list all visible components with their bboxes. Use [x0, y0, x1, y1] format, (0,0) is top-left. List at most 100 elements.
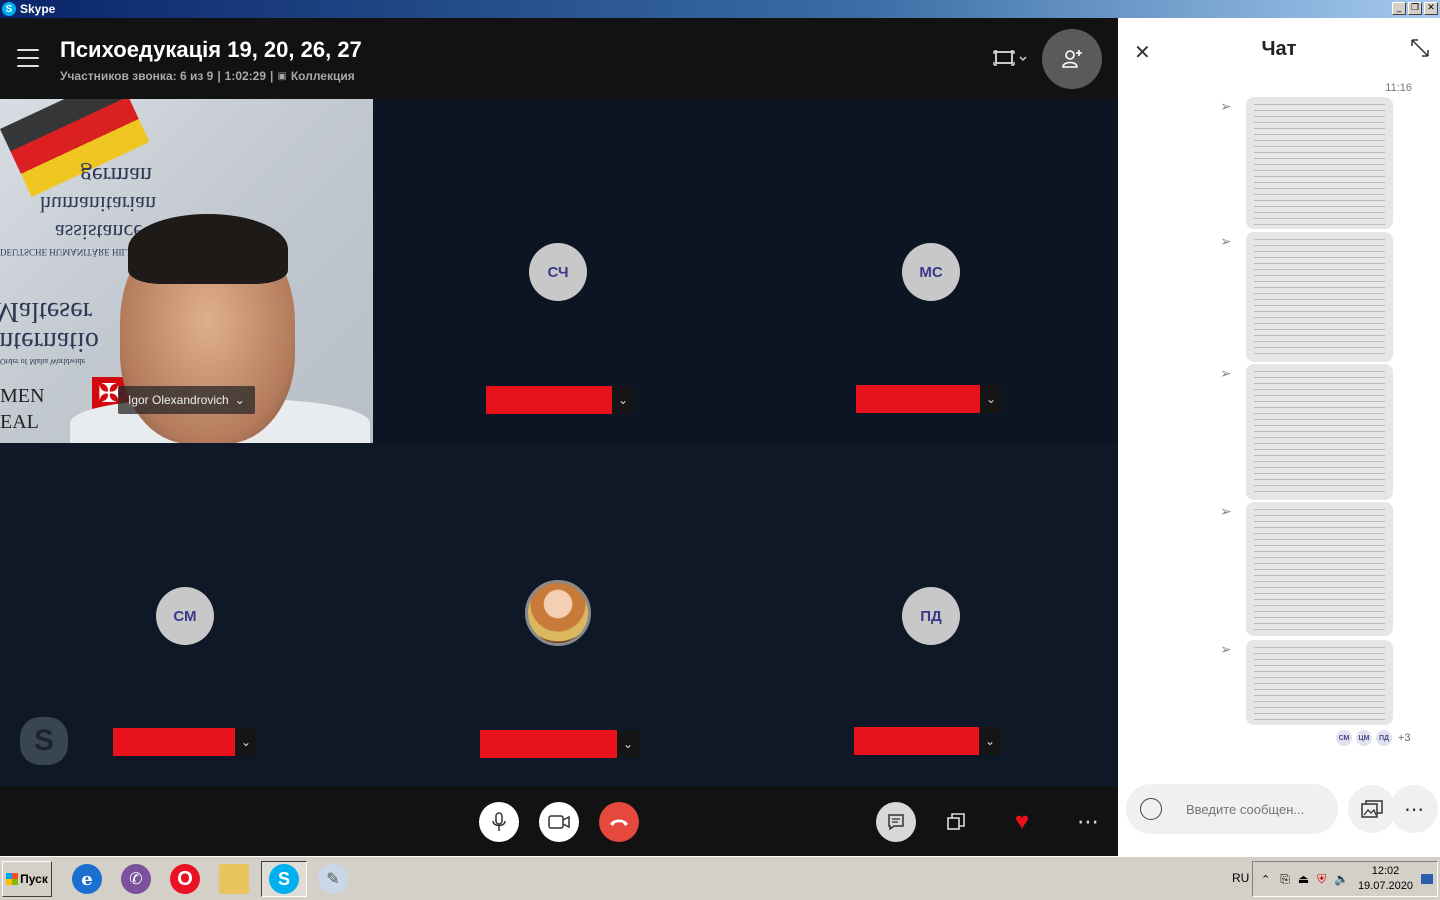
restore-button[interactable]: ❐	[1408, 2, 1422, 15]
participant-tile[interactable]: ПД ⌄	[746, 443, 1118, 786]
minimize-button[interactable]: _	[1392, 2, 1406, 15]
call-duration: 1:02:29	[224, 69, 267, 83]
clock[interactable]: 12:02 19.07.2020	[1358, 864, 1413, 894]
camera-icon	[548, 815, 570, 829]
window-title: Skype	[20, 2, 56, 16]
volume-icon[interactable]: 🔈	[1334, 872, 1349, 886]
microphone-icon	[492, 812, 506, 831]
participant-name-tag[interactable]: Igor Olexandrovich ⌄	[118, 386, 255, 414]
reader-avatar: СМ	[1336, 730, 1352, 746]
more-readers: +3	[1398, 732, 1411, 744]
tray-expand-icon[interactable]: ⌃	[1261, 873, 1270, 886]
taskbar-paint[interactable]: ✎	[310, 861, 356, 897]
menu-icon[interactable]	[17, 49, 39, 67]
call-area: Психоедукація 19, 20, 26, 27 Участников …	[0, 18, 1118, 856]
banner-text: german	[80, 162, 152, 188]
system-tray: ⌃ ⎘ ⏏ ⛨ 🔈 12:02 19.07.2020	[1252, 861, 1438, 897]
participant-name-bar[interactable]: ⌄	[480, 729, 639, 759]
start-button[interactable]: Пуск	[2, 861, 52, 897]
chat-message-image[interactable]	[1246, 640, 1393, 725]
participant-name: Igor Olexandrovich	[128, 393, 229, 407]
reader-avatar: ЦМ	[1356, 730, 1372, 746]
chat-message-image[interactable]	[1246, 97, 1393, 229]
media-icon	[1361, 800, 1383, 818]
chat-message-image[interactable]	[1246, 364, 1393, 500]
taskbar-viber[interactable]: ✆	[113, 861, 159, 897]
call-title: Психоедукація 19, 20, 26, 27	[60, 37, 362, 62]
network-icon[interactable]: ⎘	[1280, 872, 1290, 887]
windows-logo-icon	[6, 873, 19, 885]
chevron-down-icon: ⌄	[980, 385, 1002, 413]
participant-name-bar[interactable]: ⌄	[856, 384, 1002, 414]
media-gallery-button[interactable]	[1348, 785, 1396, 833]
redacted-name	[856, 385, 980, 413]
safely-remove-icon[interactable]: ⏏	[1298, 872, 1309, 886]
chevron-down-icon: ⌄	[235, 728, 257, 756]
participant-tile[interactable]: ⌄	[373, 443, 746, 786]
switch-screen-button[interactable]	[993, 48, 1029, 68]
skype-icon: S	[269, 864, 299, 894]
video-toggle-button[interactable]	[539, 802, 579, 842]
redacted-name	[486, 386, 612, 414]
message-input[interactable]	[1186, 801, 1316, 817]
taskbar-explorer[interactable]	[211, 861, 257, 897]
chevron-down-icon: ⌄	[617, 730, 639, 758]
chevron-down-icon: ⌄	[234, 393, 245, 407]
message-timestamp: 11:16	[1385, 82, 1412, 94]
chat-icon	[888, 814, 904, 831]
skype-logo-icon: S	[20, 717, 68, 765]
viber-icon: ✆	[121, 864, 151, 894]
taskbar-opera[interactable]: O	[162, 861, 208, 897]
chat-toggle-button[interactable]	[876, 802, 916, 842]
participant-avatar: ПД	[902, 587, 960, 645]
participant-photo-avatar	[525, 580, 591, 646]
more-chat-options-button[interactable]: ⋯	[1390, 785, 1438, 833]
sent-icon: ➢	[1220, 365, 1232, 381]
more-icon: ⋯	[1077, 809, 1099, 834]
expand-icon	[1411, 39, 1429, 57]
participant-avatar: СМ	[156, 587, 214, 645]
call-subtitle: Участников звонка: 6 из 9 | 1:02:29 | ▣ …	[60, 69, 355, 83]
close-window-button[interactable]: ✕	[1424, 2, 1438, 15]
chat-title: Чат	[1261, 38, 1297, 60]
add-participant-button[interactable]	[1042, 29, 1102, 89]
internet-explorer-icon: e	[72, 864, 102, 894]
react-button[interactable]: ♥	[1008, 808, 1036, 836]
emoji-icon[interactable]	[1140, 798, 1162, 820]
security-alert-icon[interactable]: ⛨	[1317, 872, 1326, 887]
participant-count: Участников звонка: 6 из 9	[60, 69, 214, 83]
chevron-down-icon: ⌄	[979, 727, 1001, 755]
chat-message-image[interactable]	[1246, 502, 1393, 636]
banner-text: Malteser	[0, 296, 92, 327]
show-desktop-icon[interactable]	[1421, 874, 1433, 884]
call-controls: ♥ ⋯	[0, 786, 1118, 856]
participant-name-bar[interactable]: ⌄	[486, 385, 634, 415]
switch-view-button[interactable]	[942, 808, 970, 836]
more-options-button[interactable]: ⋯	[1074, 808, 1102, 836]
sent-icon: ➢	[1220, 641, 1232, 657]
expand-chat-button[interactable]	[1410, 38, 1430, 63]
redacted-name	[113, 728, 235, 756]
skype-app-icon: S	[2, 2, 16, 16]
taskbar-skype[interactable]: S	[261, 861, 307, 897]
taskbar-internet-explorer[interactable]: e	[64, 861, 110, 897]
collection-link[interactable]: Коллекция	[291, 69, 355, 83]
chat-message-image[interactable]	[1246, 232, 1393, 362]
participant-name-bar[interactable]: ⌄	[113, 727, 257, 757]
clock-time: 12:02	[1371, 865, 1400, 877]
redacted-name	[854, 727, 979, 755]
banner-text: humanitarian	[40, 192, 157, 217]
mute-button[interactable]	[479, 802, 519, 842]
banner-text: MEN	[0, 385, 45, 407]
hang-up-button[interactable]	[599, 802, 639, 842]
participant-tile[interactable]: МС ⌄	[746, 99, 1118, 442]
gallery-icon: ▣	[277, 70, 287, 82]
windows-icon	[947, 813, 965, 830]
folder-icon	[219, 864, 249, 894]
video-tile-igor[interactable]: german humanitarian assistance DEUTSCHE …	[0, 99, 373, 443]
participant-name-bar[interactable]: ⌄	[854, 726, 1001, 756]
participant-tile[interactable]: СЧ ⌄	[373, 99, 746, 442]
language-indicator[interactable]: RU	[1232, 871, 1249, 885]
read-receipts: СМ ЦМ ПД +3	[1336, 730, 1411, 746]
message-composer	[1126, 784, 1338, 834]
